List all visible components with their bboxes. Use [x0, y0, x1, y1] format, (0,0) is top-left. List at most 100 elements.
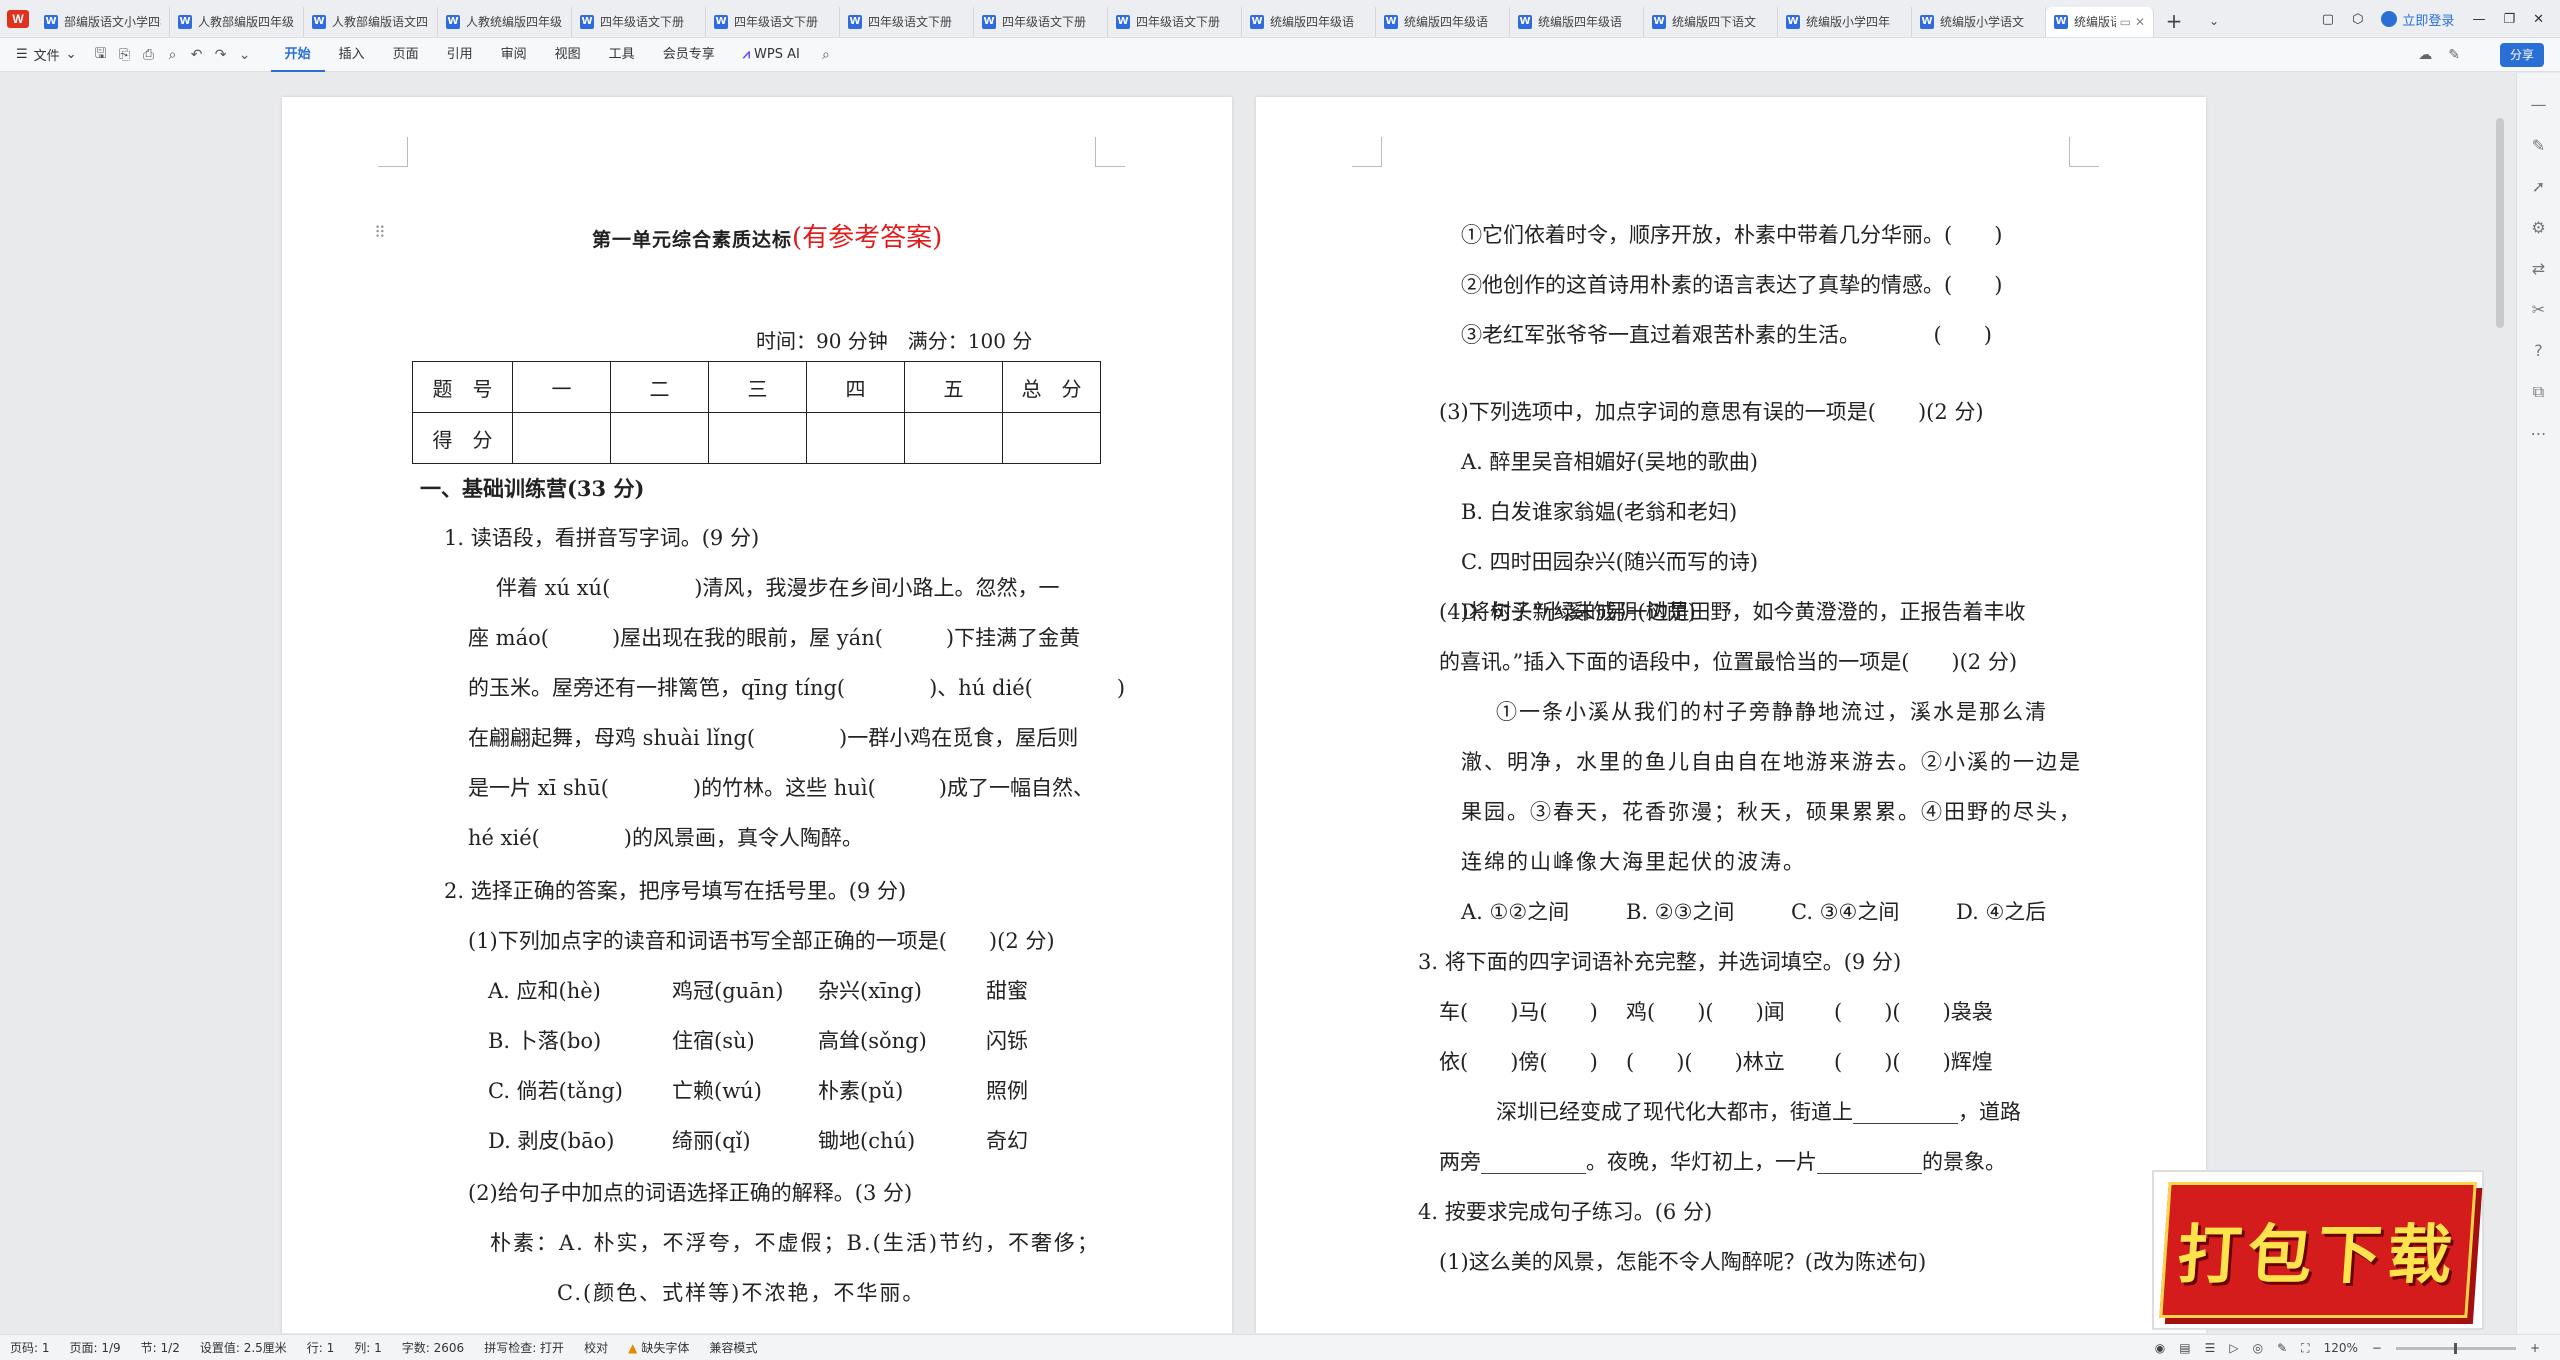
tab-dropdown-icon[interactable]: ⌄: [2194, 14, 2234, 28]
zoom-level[interactable]: 120%: [2324, 1341, 2358, 1355]
play-icon[interactable]: ▷: [2229, 1341, 2238, 1355]
cloud-sync-icon[interactable]: ☁: [2418, 47, 2432, 63]
save-icon[interactable]: 🖫: [89, 43, 113, 67]
status-section[interactable]: 节: 1/2: [131, 1339, 190, 1356]
restore-icon[interactable]: ❐: [2503, 12, 2515, 27]
status-setting[interactable]: 设置值: 2.5厘米: [190, 1339, 297, 1356]
option-cell: C. 倘若(tǎng): [488, 1079, 623, 1103]
table-cell[interactable]: [708, 412, 807, 464]
tools-icon[interactable]: ✂: [2532, 300, 2545, 319]
adjust-icon[interactable]: ⚙: [2531, 218, 2545, 237]
login-button[interactable]: 立即登录: [2381, 10, 2454, 29]
tab-document[interactable]: W 四年级语文下册: [840, 6, 974, 37]
new-tab-button[interactable]: +: [2154, 9, 2194, 33]
status-page-num[interactable]: 页码: 1: [0, 1339, 60, 1356]
file-menu[interactable]: ☰ 文件 ⌄: [0, 45, 89, 64]
pen-icon[interactable]: ✎: [2532, 136, 2545, 155]
tab-document[interactable]: W 四年级语文下册: [706, 6, 840, 37]
print-preview-icon[interactable]: ⌕: [161, 47, 185, 63]
status-word-count[interactable]: 字数: 2606: [392, 1339, 474, 1356]
tab-label: 统编版四年级语: [1270, 15, 1355, 29]
more-icon[interactable]: ⋯: [2531, 424, 2547, 443]
tab-document[interactable]: W 统编版四年级语: [1376, 6, 1510, 37]
drag-handle-icon[interactable]: ⠿: [374, 223, 386, 242]
collapse-icon[interactable]: —: [2531, 95, 2547, 114]
table-cell[interactable]: [1002, 412, 1101, 464]
document-canvas[interactable]: ⠿ 第一单元综合素质达标(有参考答案) 时间：90 分钟 满分：100 分 题 …: [0, 73, 2510, 1333]
tab-document[interactable]: W 四年级语文下册: [974, 6, 1108, 37]
menu-tab[interactable]: 插入: [325, 38, 379, 72]
pen-mode-icon[interactable]: ✎: [2277, 1341, 2287, 1355]
backup-icon[interactable]: ⧉: [2533, 382, 2544, 402]
translate-icon[interactable]: ⇄: [2532, 259, 2545, 278]
tab-document[interactable]: W 统编版小学四年: [1778, 6, 1912, 37]
status-proof[interactable]: 校对: [574, 1339, 618, 1356]
status-pages[interactable]: 页面: 1/9: [60, 1339, 131, 1356]
tab-document[interactable]: W 统编版四年级语: [1510, 6, 1644, 37]
table-cell[interactable]: [806, 412, 905, 464]
menu-tab[interactable]: 页面: [379, 38, 433, 72]
more-chevron-icon[interactable]: ⌄: [233, 47, 257, 63]
tab-document[interactable]: W 人教部编版四年级: [170, 6, 304, 37]
download-banner[interactable]: 打包下载: [2152, 1170, 2484, 1330]
zoom-in-icon[interactable]: +: [2530, 1341, 2540, 1355]
writer-doc-icon: W: [982, 14, 996, 29]
undo-icon[interactable]: ↶: [185, 47, 209, 63]
tab-document[interactable]: W 人教部编版语文四: [304, 6, 438, 37]
redo-icon[interactable]: ↷: [209, 47, 233, 63]
status-spellcheck[interactable]: 拼写检查: 打开: [474, 1339, 574, 1356]
help-icon[interactable]: ?: [2534, 341, 2543, 360]
missing-font-label: 缺失字体: [641, 1341, 690, 1355]
option-line: B. ②③之间: [1626, 900, 1735, 924]
monitor-icon[interactable]: ▭: [2120, 15, 2131, 29]
writer-doc-icon: W: [1250, 14, 1264, 29]
idiom-blank: 依( )傍( ): [1439, 1050, 1598, 1074]
print-icon[interactable]: ⎙: [137, 47, 161, 63]
menu-tab[interactable]: 视图: [541, 38, 595, 72]
close-window-icon[interactable]: ✕: [2533, 12, 2544, 27]
menu-tab[interactable]: 开始: [270, 38, 325, 72]
menu-tab[interactable]: 工具: [595, 38, 649, 72]
warning-icon: ▲: [628, 1341, 638, 1355]
wps-logo[interactable]: W: [0, 0, 36, 38]
option-cell: 鸡冠(guān): [672, 979, 784, 1003]
menu-tab[interactable]: 引用: [433, 38, 487, 72]
zoom-out-icon[interactable]: −: [2372, 1341, 2382, 1355]
web-view-icon[interactable]: ◎: [2253, 1341, 2263, 1355]
zoom-slider[interactable]: [2395, 1342, 2516, 1354]
tab-active-document[interactable]: W 统编版语 ▭ ✕: [2046, 6, 2154, 37]
page-view-icon[interactable]: ▤: [2179, 1341, 2190, 1355]
tab-document[interactable]: W 部编版语文小学四年: [36, 6, 170, 37]
comment-icon[interactable]: ✎: [2448, 47, 2460, 63]
eye-protection-icon[interactable]: ◉: [2155, 1341, 2165, 1355]
sentence-line: ①它们依着时令，顺序开放，朴素中带着几分华丽。( ): [1461, 223, 2003, 247]
search-icon[interactable]: ⌕: [814, 47, 838, 63]
table-cell[interactable]: [904, 412, 1003, 464]
minimize-icon[interactable]: —: [2472, 12, 2485, 27]
tab-document[interactable]: W 人教统编版四年级: [438, 6, 572, 37]
cursor-icon[interactable]: ➚: [2532, 177, 2545, 196]
menu-tab[interactable]: 会员专享: [649, 38, 729, 72]
share-button[interactable]: 分享: [2499, 43, 2544, 67]
zoom-thumb[interactable]: [2453, 1342, 2457, 1354]
table-cell[interactable]: [512, 412, 611, 464]
idiom-blank: 鸡( )( )闻: [1626, 1000, 1785, 1024]
outline-view-icon[interactable]: ☰: [2205, 1341, 2216, 1355]
table-cell[interactable]: [610, 412, 709, 464]
tab-document[interactable]: W 统编版四下语文: [1644, 6, 1778, 37]
export-icon[interactable]: ⎘: [113, 47, 137, 63]
cube-icon[interactable]: ⬡: [2352, 12, 2363, 27]
writer-doc-icon: W: [1786, 14, 1800, 29]
vertical-scrollbar[interactable]: [2496, 118, 2504, 328]
tab-document[interactable]: W 四年级语文下册: [1108, 6, 1242, 37]
wps-ai-button[interactable]: ⩘ WPS AI: [729, 38, 814, 72]
status-missing-font[interactable]: ▲ 缺失字体: [618, 1339, 699, 1356]
tab-document[interactable]: W 统编版四年级语: [1242, 6, 1376, 37]
menu-tab[interactable]: 审阅: [487, 38, 541, 72]
tablet-mode-icon[interactable]: ▢: [2322, 12, 2334, 27]
tab-document[interactable]: W 四年级语文下册: [572, 6, 706, 37]
close-tab-icon[interactable]: ✕: [2135, 15, 2145, 29]
fit-icon[interactable]: ⛶: [2301, 1341, 2309, 1356]
tab-document[interactable]: W 统编版小学语文: [1912, 6, 2046, 37]
table-header-cell: 总 分: [1002, 361, 1101, 413]
